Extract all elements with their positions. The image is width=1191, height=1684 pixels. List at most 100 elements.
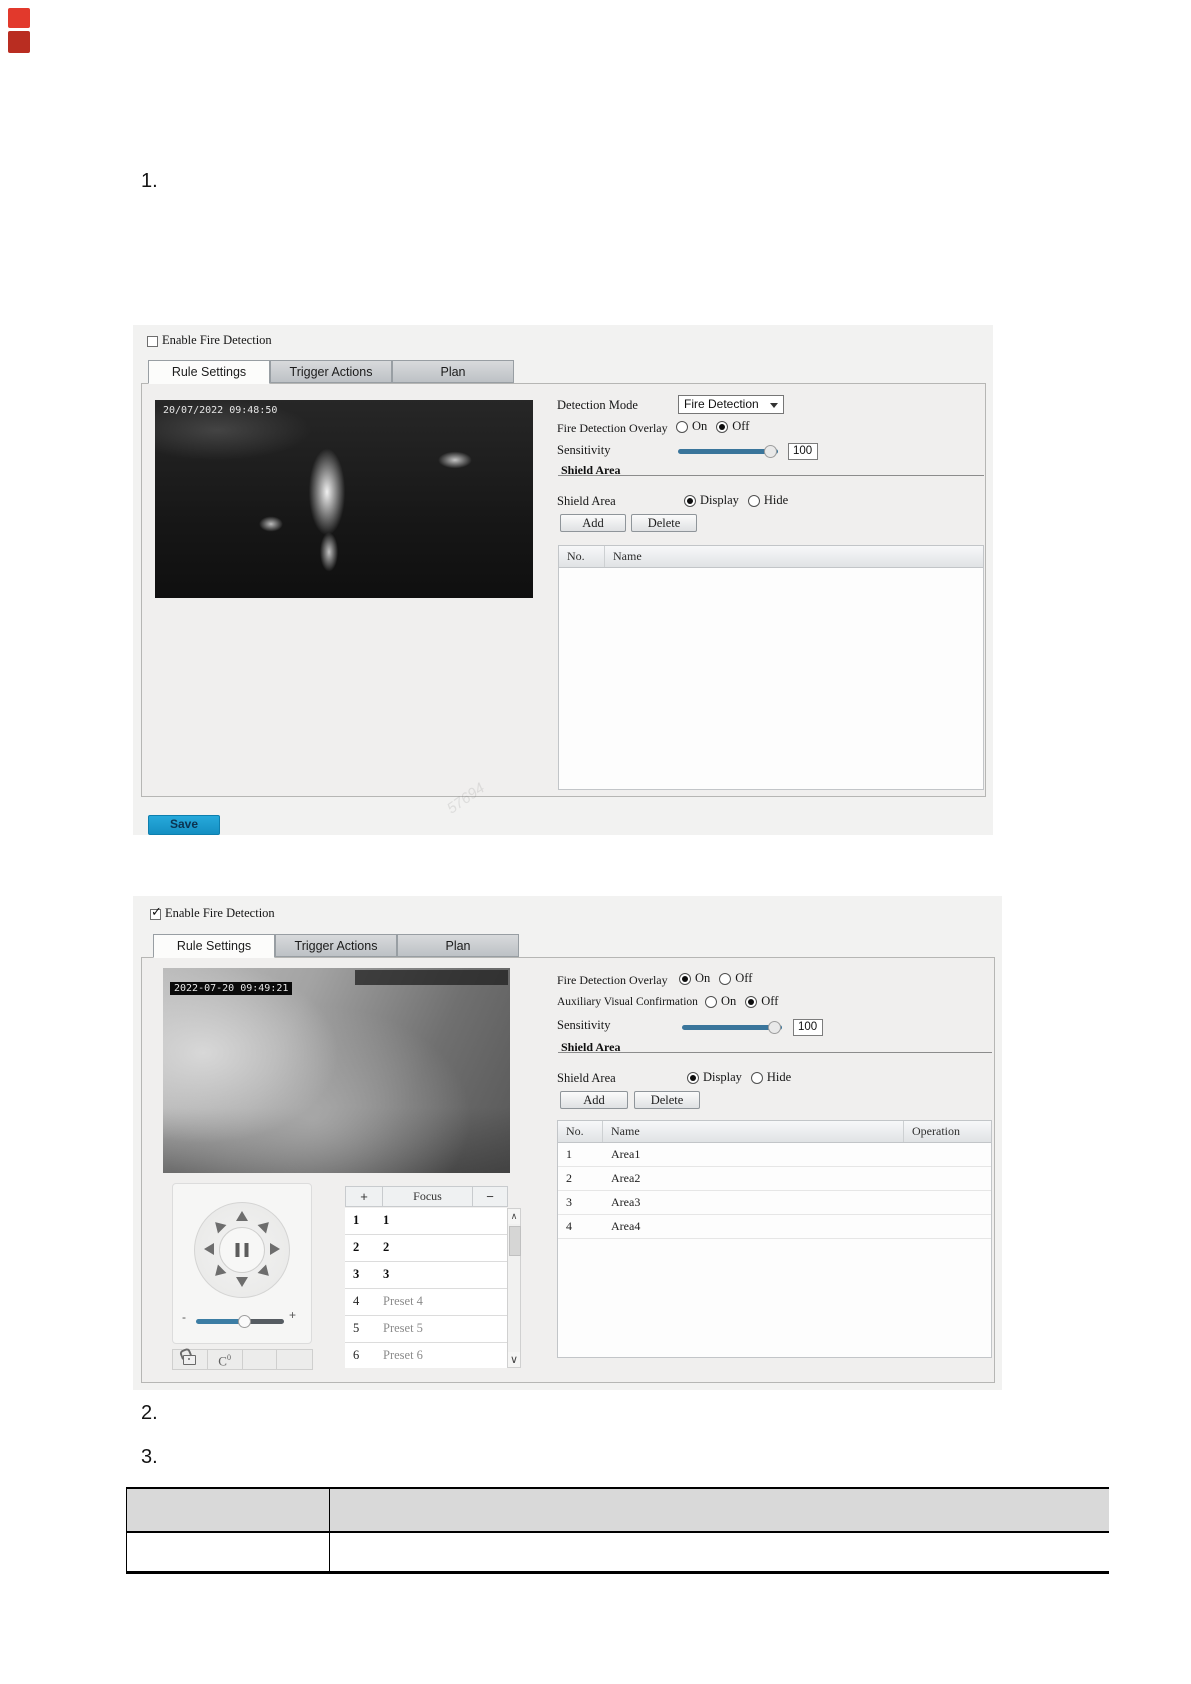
shield-area-table-header: No. Name bbox=[559, 546, 983, 568]
arrow-left-icon[interactable] bbox=[204, 1243, 214, 1255]
preset-item[interactable]: 6Preset 6 bbox=[345, 1343, 507, 1368]
arrow-down-left-icon[interactable] bbox=[211, 1265, 227, 1281]
tab-rule-settings[interactable]: Rule Settings bbox=[153, 934, 275, 958]
arrow-up-icon[interactable] bbox=[236, 1211, 248, 1221]
doc-table-body-cell-2 bbox=[330, 1533, 1109, 1571]
detection-mode-dropdown[interactable]: Fire Detection bbox=[678, 395, 784, 414]
radio-icon bbox=[705, 996, 717, 1008]
scroll-up-button[interactable]: ∧ bbox=[508, 1209, 520, 1224]
shield-hide-radio[interactable]: Hide bbox=[748, 493, 788, 508]
focus-near-button[interactable]: + bbox=[346, 1187, 383, 1206]
focus-toolbar: + Focus − bbox=[345, 1186, 508, 1207]
sensitivity-label: Sensitivity bbox=[557, 443, 610, 458]
shield-display-radio[interactable]: Display bbox=[684, 493, 739, 508]
add-button[interactable]: Add bbox=[560, 1091, 628, 1109]
preset-list: 11 22 33 4Preset 4 5Preset 5 6Preset 6 bbox=[345, 1208, 507, 1368]
col-operation-header: Operation bbox=[904, 1121, 991, 1142]
slider-handle[interactable] bbox=[238, 1315, 251, 1328]
shield-area-table: No. Name Operation 1 Area1 2 Area2 3 Are… bbox=[557, 1120, 992, 1358]
ptz-stop-button[interactable] bbox=[219, 1227, 265, 1273]
chevron-down-icon bbox=[770, 403, 778, 408]
focus-far-button[interactable]: − bbox=[473, 1187, 507, 1206]
shield-area-group-line bbox=[558, 475, 984, 476]
enable-fire-detection-label: Enable Fire Detection bbox=[162, 333, 272, 348]
screenshot-1-fire-detection-panel: Enable Fire Detection Rule Settings Trig… bbox=[133, 325, 993, 835]
delete-button[interactable]: Delete bbox=[631, 514, 697, 532]
col-name-header: Name bbox=[603, 1121, 904, 1142]
lock-open-icon bbox=[183, 1355, 196, 1365]
shield-area-radiogroup: Display Hide bbox=[687, 1070, 800, 1085]
arrow-down-right-icon[interactable] bbox=[258, 1265, 274, 1281]
enable-fire-detection-checkbox[interactable] bbox=[147, 336, 158, 347]
doc-table-header-cell-1 bbox=[127, 1489, 330, 1531]
shield-area-radiogroup: Display Hide bbox=[684, 493, 797, 508]
add-button[interactable]: Add bbox=[560, 514, 626, 532]
radio-selected-icon bbox=[745, 996, 757, 1008]
shield-display-radio[interactable]: Display bbox=[687, 1070, 742, 1085]
radio-icon bbox=[748, 495, 760, 507]
preset-item[interactable]: 5Preset 5 bbox=[345, 1316, 507, 1343]
toolbar-spacer-2 bbox=[277, 1350, 312, 1369]
video-timestamp: 20/07/2022 09:48:50 bbox=[163, 405, 277, 416]
overlay-off-radio[interactable]: Off bbox=[716, 419, 749, 434]
preset-item[interactable]: 22 bbox=[345, 1235, 507, 1262]
red-annotation-mark-1 bbox=[8, 8, 30, 28]
scroll-down-icon: ∨ bbox=[510, 1353, 518, 1366]
aux-on-radio[interactable]: On bbox=[705, 994, 736, 1009]
save-button[interactable]: Save bbox=[148, 815, 220, 835]
radio-icon bbox=[751, 1072, 763, 1084]
aux-off-radio[interactable]: Off bbox=[745, 994, 778, 1009]
radio-selected-icon bbox=[684, 495, 696, 507]
overlay-on-radio[interactable]: On bbox=[679, 971, 710, 986]
sensitivity-value-input[interactable]: 100 bbox=[788, 443, 818, 460]
slider-handle[interactable] bbox=[768, 1021, 781, 1034]
scroll-up-icon: ∧ bbox=[511, 1212, 518, 1222]
preset-list-scrollbar[interactable]: ∧ ∨ bbox=[507, 1208, 521, 1368]
scrollbar-thumb[interactable] bbox=[509, 1226, 521, 1256]
zoom-in-label[interactable]: + bbox=[289, 1308, 296, 1322]
overlay-off-radio[interactable]: Off bbox=[719, 971, 752, 986]
arrow-up-right-icon[interactable] bbox=[258, 1218, 274, 1234]
sensitivity-value-input[interactable]: 100 bbox=[793, 1019, 823, 1036]
overlay-on-radio[interactable]: On bbox=[676, 419, 707, 434]
preset-item[interactable]: 33 bbox=[345, 1262, 507, 1289]
red-annotation-mark-2 bbox=[8, 31, 30, 53]
radio-icon bbox=[676, 421, 688, 433]
arrow-down-icon[interactable] bbox=[236, 1277, 248, 1287]
live-view-thermal-video: 20/07/2022 09:48:50 bbox=[155, 400, 533, 598]
unlock-button[interactable] bbox=[173, 1350, 208, 1369]
arrow-right-icon[interactable] bbox=[270, 1243, 280, 1255]
zoom-out-label[interactable]: - bbox=[182, 1310, 186, 1324]
doc-table-body-row bbox=[127, 1533, 1109, 1574]
tab-rule-settings[interactable]: Rule Settings bbox=[148, 360, 270, 384]
shield-area-table-header: No. Name Operation bbox=[558, 1121, 991, 1143]
tab-trigger-actions[interactable]: Trigger Actions bbox=[270, 360, 392, 383]
patrol-icon: C0 bbox=[218, 1353, 231, 1366]
slider-handle[interactable] bbox=[764, 445, 777, 458]
delete-button[interactable]: Delete bbox=[634, 1091, 700, 1109]
radio-selected-icon bbox=[687, 1072, 699, 1084]
arrow-up-left-icon[interactable] bbox=[211, 1218, 227, 1234]
tab-plan[interactable]: Plan bbox=[392, 360, 514, 383]
shield-area-table: No. Name bbox=[558, 545, 984, 790]
patrol-button[interactable]: C0 bbox=[208, 1350, 243, 1369]
shield-hide-radio[interactable]: Hide bbox=[751, 1070, 791, 1085]
pause-icon bbox=[236, 1243, 249, 1257]
tab-plan[interactable]: Plan bbox=[397, 934, 519, 957]
doc-table-header-row bbox=[127, 1487, 1109, 1533]
sensitivity-slider[interactable] bbox=[682, 1025, 782, 1030]
table-row[interactable]: 4 Area4 bbox=[558, 1215, 991, 1239]
scroll-down-button[interactable]: ∨ bbox=[508, 1352, 520, 1367]
manual-page: 1. 2. 3. Enable Fire Detection Rule Sett… bbox=[0, 0, 1191, 1684]
tab-trigger-actions[interactable]: Trigger Actions bbox=[275, 934, 397, 957]
ptz-zoom-slider[interactable] bbox=[196, 1319, 284, 1324]
table-row[interactable]: 1 Area1 bbox=[558, 1143, 991, 1167]
preset-item[interactable]: 4Preset 4 bbox=[345, 1289, 507, 1316]
ptz-joystick[interactable] bbox=[194, 1202, 290, 1298]
preset-item[interactable]: 11 bbox=[345, 1208, 507, 1235]
table-row[interactable]: 2 Area2 bbox=[558, 1167, 991, 1191]
table-row[interactable]: 3 Area3 bbox=[558, 1191, 991, 1215]
fire-detection-overlay-radiogroup: On Off bbox=[676, 419, 758, 434]
sensitivity-slider[interactable] bbox=[678, 449, 778, 454]
enable-fire-detection-checkbox[interactable]: ✓ bbox=[150, 909, 161, 920]
